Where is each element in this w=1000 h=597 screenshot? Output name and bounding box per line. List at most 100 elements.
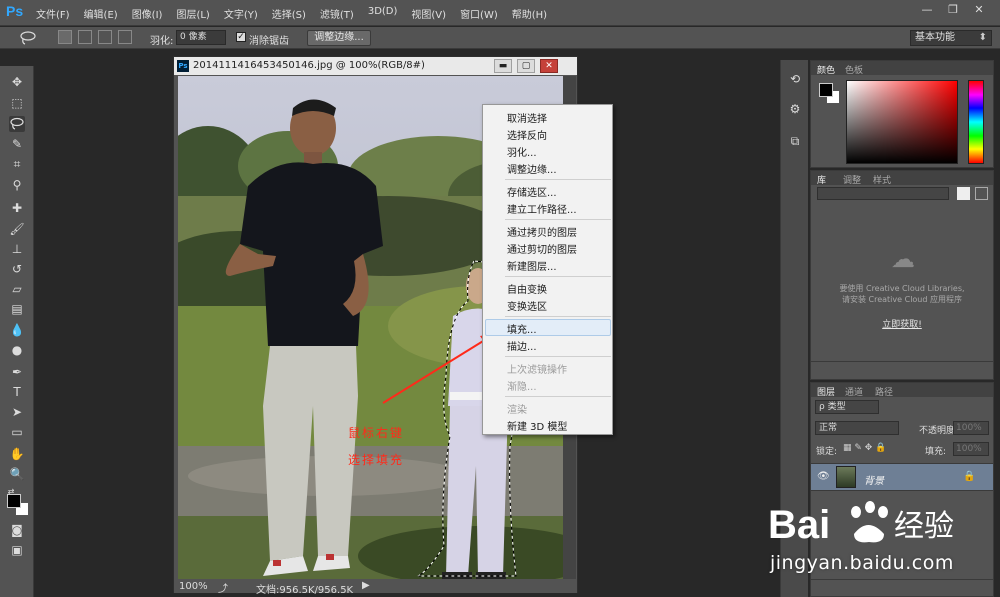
rectangle-tool-icon[interactable]: ▭ [9,424,25,440]
clone-stamp-tool-icon[interactable]: ⊥ [9,241,25,257]
lock-label: 锁定: [816,447,838,457]
lasso-tool-preset-icon[interactable] [18,30,38,46]
move-tool-icon[interactable]: ✥ [9,74,25,90]
menu-item-make-work-path[interactable]: 建立工作路径... [507,201,577,216]
add-to-selection-icon[interactable] [78,30,92,44]
path-selection-tool-icon[interactable]: ➤ [9,404,25,420]
fill-field[interactable]: 100% [953,442,989,456]
menu-item-layer-via-cut[interactable]: 通过剪切的图层 [507,241,577,256]
watermark-logo-text: Bai [768,503,830,547]
eyedropper-tool-icon[interactable]: ⚲ [9,177,25,193]
color-panel-fg-swatch[interactable] [819,83,833,97]
pen-tool-icon[interactable]: ✒ [9,364,25,380]
grid-view-icon[interactable] [957,187,970,200]
doc-minimize-button[interactable]: ▬ [494,59,512,73]
subtract-from-selection-icon[interactable] [98,30,112,44]
hand-tool-icon[interactable]: ✋ [9,446,25,462]
opacity-field[interactable]: 100% [953,421,989,435]
menu-type[interactable]: 文字(Y) [224,6,258,21]
color-picker-field[interactable] [846,80,958,164]
menu-help[interactable]: 帮助(H) [512,6,547,21]
menu-3d[interactable]: 3D(D) [368,6,398,21]
fill-label: 填充: [925,447,947,457]
menu-item-free-transform[interactable]: 自由变换 [507,281,547,296]
doc-restore-button[interactable]: ▢ [517,59,535,73]
menu-item-feather[interactable]: 羽化... [507,144,537,159]
tab-color[interactable]: 颜色 [817,63,835,76]
brush-tool-icon[interactable]: 🖌 [9,221,25,237]
layer-row-background[interactable]: 👁 背景 🔒 [811,463,993,491]
menu-item-select-inverse[interactable]: 选择反向 [507,127,547,142]
tab-libraries[interactable]: 库 [817,173,826,186]
feather-input[interactable]: 0 像素 [176,30,226,45]
watermark-url: jingyan.baidu.com [770,552,954,574]
export-icon[interactable]: ⤴ [218,580,228,595]
eye-icon[interactable]: 👁 [817,471,830,482]
menu-item-fill[interactable]: 填充... [507,321,537,336]
paragraph-panel-icon[interactable]: ⧉ [786,132,804,150]
menu-edit[interactable]: 编辑(E) [84,6,118,21]
menu-layer[interactable]: 图层(L) [176,6,209,21]
feather-label: 羽化: [150,36,174,47]
menu-item-save-selection[interactable]: 存储选区... [507,184,557,199]
layer-filter-select[interactable]: ρ 类型 [815,400,879,414]
antialias-label: 消除锯齿 [249,36,289,47]
menu-item-new-3d-model[interactable]: 新建 3D 模型 [507,418,567,433]
blur-tool-icon[interactable]: 💧 [9,322,25,338]
library-dropdown[interactable] [817,187,949,200]
refine-edge-button[interactable]: 调整边缘... [307,30,371,46]
quick-selection-tool-icon[interactable]: ✎ [9,136,25,152]
get-it-now-link[interactable]: 立即获取! [811,317,993,330]
tab-swatches[interactable]: 色板 [845,63,863,76]
zoom-level[interactable]: 100% [179,581,208,592]
list-view-icon[interactable] [975,187,988,200]
tab-styles[interactable]: 样式 [873,173,891,186]
antialias-checkbox[interactable]: ✓ [236,32,246,42]
healing-brush-tool-icon[interactable]: ✚ [9,200,25,216]
lasso-tool-icon[interactable] [9,116,25,132]
marquee-tool-icon[interactable]: ⬚ [9,95,25,111]
menu-item-refine-edge[interactable]: 调整边缘... [507,161,557,176]
menu-separator [505,276,611,277]
menu-image[interactable]: 图像(I) [132,6,163,21]
menu-item-deselect[interactable]: 取消选择 [507,110,547,125]
screen-mode-icon[interactable]: ▣ [9,542,25,558]
menu-item-layer-via-copy[interactable]: 通过拷贝的图层 [507,224,577,239]
menu-select[interactable]: 选择(S) [272,6,306,21]
intersect-selection-icon[interactable] [118,30,132,44]
crop-tool-icon[interactable]: ⌗ [9,156,25,172]
history-brush-tool-icon[interactable]: ↺ [9,261,25,277]
tab-channels[interactable]: 通道 [845,385,863,398]
history-panel-icon[interactable]: ⟲ [786,70,804,88]
foreground-color-swatch[interactable] [7,494,21,508]
quick-mask-icon[interactable]: ◙ [9,522,25,538]
menu-filter[interactable]: 滤镜(T) [320,6,354,21]
tab-layers[interactable]: 图层 [817,385,835,398]
document-title-bar[interactable]: Ps 20141114164534501​46.jpg @ 100%(RGB/8… [174,57,577,75]
tab-paths[interactable]: 路径 [875,385,893,398]
blend-mode-select[interactable]: 正常 [815,421,899,435]
workspace-select[interactable]: 基本功能 ⬍ [910,30,992,46]
gradient-tool-icon[interactable]: ▤ [9,301,25,317]
menu-file[interactable]: 文件(F) [36,6,70,21]
tab-adjustments[interactable]: 调整 [843,173,861,186]
properties-panel-icon[interactable]: ⚙ [786,100,804,118]
hue-slider[interactable] [968,80,984,164]
menu-view[interactable]: 视图(V) [411,6,446,21]
menu-item-stroke[interactable]: 描边... [507,338,537,353]
doc-close-button[interactable]: ✕ [540,59,558,73]
menu-item-new-layer[interactable]: 新建图层... [507,258,557,273]
lock-icons[interactable]: ▦ ✎ ✥ 🔒 [843,443,886,453]
menu-window[interactable]: 窗口(W) [460,6,498,21]
type-tool-icon[interactable]: T [9,384,25,400]
minimize-button[interactable]: — [916,2,938,18]
color-panel: 颜色 色板 [810,60,994,168]
eraser-tool-icon[interactable]: ▱ [9,281,25,297]
zoom-tool-icon[interactable]: 🔍 [9,466,25,482]
dodge-tool-icon[interactable]: ● [9,342,25,358]
new-selection-icon[interactable] [58,30,72,44]
restore-button[interactable]: ❐ [942,2,964,18]
menu-item-transform-selection[interactable]: 变换选区 [507,298,547,313]
status-menu-arrow[interactable]: ▶ [362,580,370,591]
close-button[interactable]: ✕ [968,2,990,18]
